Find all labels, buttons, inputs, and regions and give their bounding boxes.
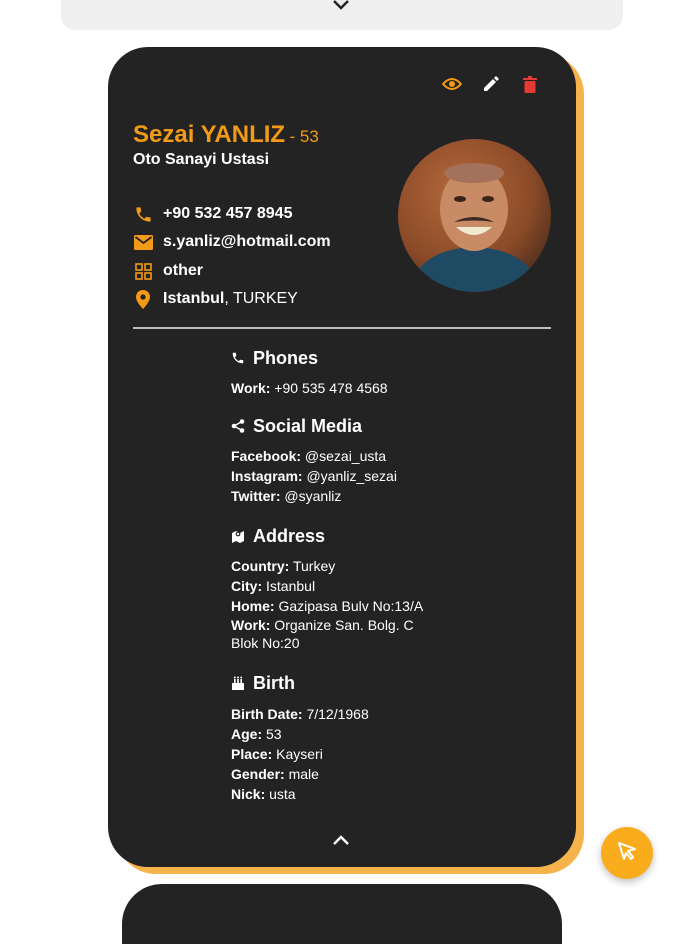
contact-card: Sezai YANLIZ - 53 Oto Sanayi Ustasi +90 … <box>108 47 576 867</box>
contact-city: Istanbul <box>163 290 225 307</box>
detail-value: 53 <box>262 726 282 742</box>
detail-value: male <box>284 766 319 782</box>
detail-label: Facebook: <box>231 448 302 464</box>
detail-value: Blok No:20 <box>231 635 300 651</box>
detail-label: Gender: <box>231 766 285 782</box>
floating-action-button[interactable] <box>601 827 653 879</box>
phone-icon <box>231 351 245 365</box>
detail-label: Home: <box>231 598 275 614</box>
contact-job-title: Oto Sanayi Ustasi <box>133 151 270 168</box>
detail-value: Turkey <box>289 558 336 574</box>
detail-value: usta <box>265 786 296 802</box>
detail-row: Work: Organize San. Bolg. C <box>231 616 531 634</box>
detail-row: Blok No:20 <box>231 634 531 652</box>
section-social-media: Social Media Facebook: @sezai_usta Insta… <box>231 415 531 506</box>
email-icon <box>133 232 153 252</box>
detail-row: Twitter: @syanliz <box>231 486 531 506</box>
contact-email: s.yanliz@hotmail.com <box>163 233 331 250</box>
cake-icon <box>231 676 245 690</box>
card-actions <box>442 74 540 94</box>
detail-label: Country: <box>231 558 290 574</box>
next-contact-card[interactable] <box>122 884 562 944</box>
detail-row: Birth Date: 7/12/1968 <box>231 704 531 724</box>
contact-category-row: other <box>133 261 203 281</box>
detail-label: Work: <box>231 617 271 633</box>
section-heading-text: Social Media <box>253 415 363 436</box>
phone-icon <box>133 204 153 224</box>
eye-icon[interactable] <box>442 74 462 94</box>
contact-name-line: Sezai YANLIZ - 53 <box>133 121 319 149</box>
cursor-pointer-icon <box>616 840 638 867</box>
detail-value: @syanliz <box>280 488 342 504</box>
category-icon <box>133 261 153 281</box>
section-heading: Address <box>231 525 531 547</box>
detail-row: Facebook: @sezai_usta <box>231 446 531 466</box>
section-heading-text: Birth <box>253 672 295 693</box>
map-icon <box>231 529 245 543</box>
divider <box>133 327 551 329</box>
detail-label: Nick: <box>231 786 266 802</box>
detail-label: City: <box>231 578 263 594</box>
detail-row: Country: Turkey <box>231 556 531 576</box>
section-birth: Birth Birth Date: 7/12/1968 Age: 53 Plac… <box>231 672 531 804</box>
trash-icon[interactable] <box>520 74 540 94</box>
chevron-down-icon[interactable] <box>331 0 351 16</box>
detail-row: Work: +90 535 478 4568 <box>231 378 531 398</box>
section-heading-text: Address <box>253 525 326 546</box>
share-icon <box>231 419 245 433</box>
section-heading: Social Media <box>231 415 531 437</box>
detail-row: Instagram: @yanliz_sezai <box>231 466 531 486</box>
contact-age: - 53 <box>289 127 319 146</box>
previous-contact-card[interactable] <box>61 0 623 30</box>
section-address: Address Country: Turkey City: Istanbul H… <box>231 525 531 652</box>
detail-row: Place: Kayseri <box>231 744 531 764</box>
section-heading: Birth <box>231 672 531 694</box>
detail-value: @sezai_usta <box>301 448 387 464</box>
detail-row: City: Istanbul <box>231 576 531 596</box>
pencil-icon[interactable] <box>481 74 501 94</box>
detail-value: Istanbul <box>262 578 316 594</box>
chevron-up-icon[interactable] <box>331 833 351 851</box>
detail-value: Gazipasa Bulv No:13/A <box>274 598 424 614</box>
contact-country: , TURKEY <box>224 290 298 307</box>
detail-value: +90 535 478 4568 <box>270 380 388 396</box>
detail-label: Place: <box>231 746 273 762</box>
section-heading: Phones <box>231 347 531 369</box>
contact-category: other <box>163 262 203 279</box>
section-heading-text: Phones <box>253 347 319 368</box>
detail-value: Organize San. Bolg. C <box>270 617 414 633</box>
contact-location-row: Istanbul, TURKEY <box>133 289 298 309</box>
detail-value: Kayseri <box>272 746 323 762</box>
detail-row: Age: 53 <box>231 724 531 744</box>
detail-row: Home: Gazipasa Bulv No:13/A <box>231 596 531 616</box>
detail-value: @yanliz_sezai <box>302 468 397 484</box>
detail-label: Instagram: <box>231 468 303 484</box>
section-phones: Phones Work: +90 535 478 4568 <box>231 347 531 398</box>
detail-label: Birth Date: <box>231 706 303 722</box>
detail-value: 7/12/1968 <box>302 706 369 722</box>
location-pin-icon <box>133 289 153 309</box>
avatar <box>398 139 551 292</box>
contact-phone: +90 532 457 8945 <box>163 205 293 222</box>
contact-phone-row[interactable]: +90 532 457 8945 <box>133 204 292 224</box>
detail-row: Nick: usta <box>231 784 531 804</box>
detail-label: Work: <box>231 380 271 396</box>
contact-name: Sezai YANLIZ <box>133 121 286 148</box>
contact-email-row[interactable]: s.yanliz@hotmail.com <box>133 232 331 252</box>
detail-row: Gender: male <box>231 764 531 784</box>
detail-label: Age: <box>231 726 263 742</box>
detail-label: Twitter: <box>231 488 281 504</box>
